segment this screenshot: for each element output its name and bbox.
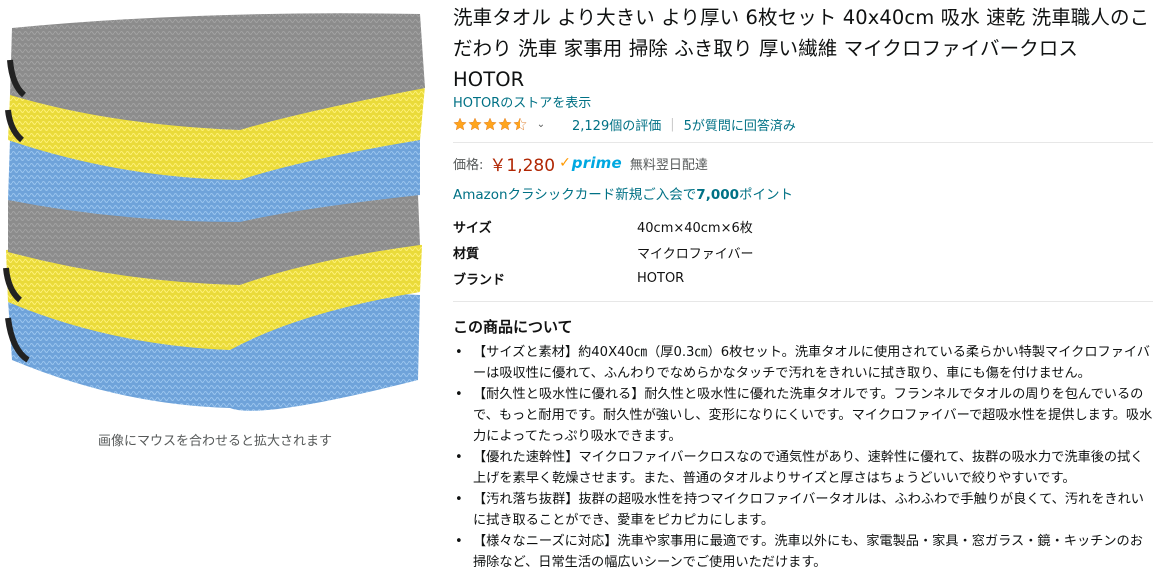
star-full-icon	[483, 117, 497, 131]
spec-row: サイズ 40cm×40cm×6枚	[453, 213, 753, 239]
star-full-icon	[453, 117, 467, 131]
feature-bullet: 【サイズと素材】約40X40㎝（厚0.3㎝）6枚セット。洗車タオルに使用されてい…	[453, 342, 1153, 384]
store-link[interactable]: HOTORのストアを表示	[453, 95, 1153, 113]
prime-badge[interactable]: ✓ prime	[559, 154, 622, 172]
price-row: 価格: ￥1,280 ✓ prime 無料翌日配達	[453, 151, 1153, 176]
feature-bullet: 【優れた速幹性】マイクロファイバークロスなので通気性があり、速幹性に優れて、抜群…	[453, 447, 1153, 489]
divider	[453, 301, 1153, 302]
price: ￥1,280	[489, 155, 556, 176]
about-section-title: この商品について	[453, 318, 573, 336]
spec-key: ブランド	[453, 272, 506, 288]
spec-row: 材質 マイクロファイバー	[453, 239, 753, 265]
product-info: 洗車タオル より大きい より厚い 6枚セット 40x40cm 吸水 速乾 洗車職…	[453, 0, 1153, 573]
card-promo-points: 7,000	[696, 187, 739, 203]
prime-label: prime	[571, 154, 622, 172]
spec-key: 材質	[453, 246, 480, 262]
card-promo-suffix: ポイント	[739, 187, 793, 203]
card-promo-link[interactable]: Amazonクラシックカード新規ご入会で7,000ポイント	[453, 185, 1153, 205]
delivery-info: 無料翌日配達	[629, 157, 708, 173]
spec-key: サイズ	[453, 220, 492, 236]
answered-questions-link[interactable]: 5が質問に回答済み	[684, 115, 796, 134]
chevron-down-icon[interactable]: ⌄	[534, 119, 548, 130]
image-gallery: 画像にマウスを合わせると拡大されます	[0, 0, 430, 565]
feature-bullet-list: 【サイズと素材】約40X40㎝（厚0.3㎝）6枚セット。洗車タオルに使用されてい…	[453, 342, 1153, 573]
card-promo-prefix: Amazonクラシックカード新規ご入会で	[453, 187, 697, 203]
spec-table: サイズ 40cm×40cm×6枚 材質 マイクロファイバー ブランド HOTOR	[453, 213, 753, 291]
price-label: 価格:	[453, 157, 484, 173]
spec-row: ブランド HOTOR	[453, 265, 753, 291]
feature-bullet: 【耐久性と吸水性に優れる】耐久性と吸水性に優れた洗車タオルです。フランネルでタオ…	[453, 384, 1153, 447]
zoom-hint: 画像にマウスを合わせると拡大されます	[97, 434, 332, 449]
star-rating[interactable]	[453, 117, 528, 131]
product-title: 洗車タオル より大きい より厚い 6枚セット 40x40cm 吸水 速乾 洗車職…	[453, 6, 1150, 91]
product-image[interactable]	[0, 0, 430, 425]
rating-count-link[interactable]: 2,129個の評価	[572, 115, 661, 134]
prime-check-icon: ✓	[559, 155, 571, 171]
spec-value: HOTOR	[637, 270, 685, 286]
spec-value: マイクロファイバー	[637, 246, 754, 262]
star-full-icon	[498, 117, 512, 131]
divider	[453, 142, 1153, 143]
star-full-icon	[468, 117, 482, 131]
rating-row: ⌄ 2,129個の評価 | 5が質問に回答済み	[453, 114, 1153, 134]
feature-bullet: 【様々なニーズに対応】洗車や家事用に最適です。洗車以外にも、家電製品・家具・窓ガ…	[453, 531, 1153, 573]
spec-value: 40cm×40cm×6枚	[637, 220, 753, 236]
feature-bullet: 【汚れ落ち抜群】抜群の超吸水性を持つマイクロファイバータオルは、ふわふわで手触り…	[453, 489, 1153, 531]
separator: |	[670, 116, 675, 132]
star-half-icon	[513, 117, 527, 131]
